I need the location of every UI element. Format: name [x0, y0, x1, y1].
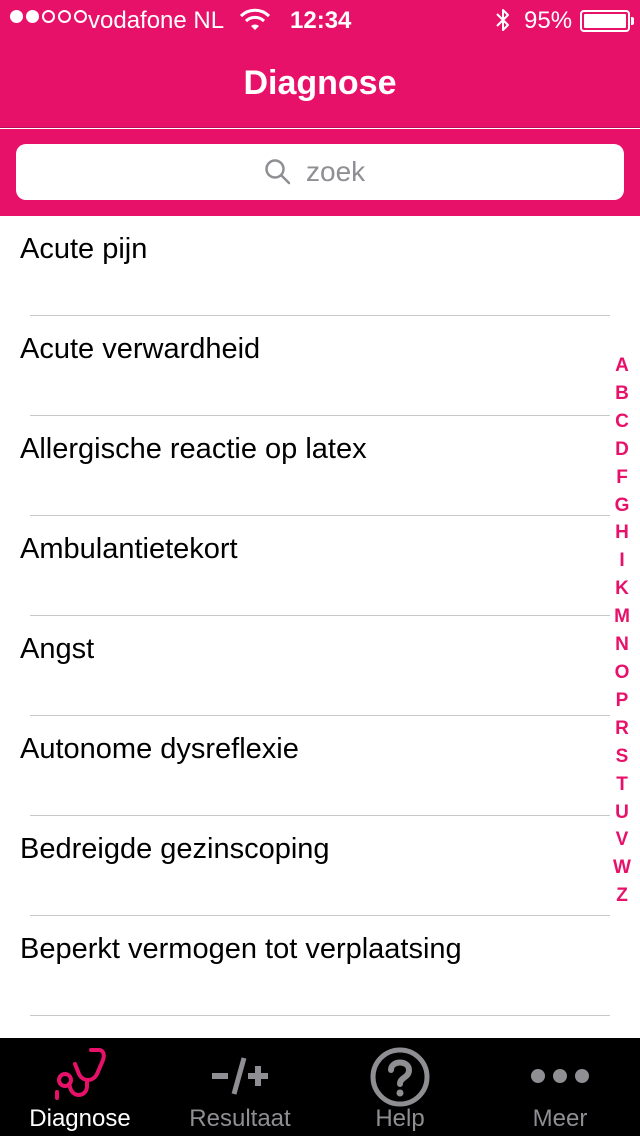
list-item[interactable]: Ambulantietekort — [0, 516, 640, 616]
index-letter[interactable]: N — [615, 631, 629, 659]
tab-label: Help — [375, 1105, 425, 1132]
section-index[interactable]: ABCDFGHIKMNOPRSTUVWZ — [610, 352, 634, 910]
tab-diagnose[interactable]: Diagnose — [0, 1038, 160, 1136]
battery-percentage: 95% — [524, 7, 573, 34]
index-letter[interactable]: M — [614, 603, 630, 631]
tab-label: Resultaat — [189, 1105, 291, 1132]
index-letter[interactable]: G — [615, 492, 630, 520]
signal-strength-icon — [10, 10, 87, 23]
navigation-bar: Diagnose — [0, 40, 640, 128]
status-bar: vodafone NL 12:34 95% — [0, 0, 640, 40]
index-letter[interactable]: A — [615, 352, 629, 380]
screen: vodafone NL 12:34 95% Diagnose zoek Acut… — [0, 0, 640, 1136]
list-item-label: Acute pijn — [20, 233, 148, 265]
status-time: 12:34 — [290, 7, 352, 34]
index-letter[interactable]: B — [615, 380, 629, 408]
search-bar — [0, 129, 640, 216]
tab-label: Meer — [532, 1105, 588, 1132]
list-item[interactable]: Autonome dysreflexie — [0, 716, 640, 816]
tab-help[interactable]: Help — [320, 1038, 480, 1136]
search-field-container[interactable] — [16, 144, 624, 200]
index-letter[interactable]: O — [615, 659, 630, 687]
tab-bar: Diagnose Resultaat Help Meer — [0, 1038, 640, 1136]
list-item-label: Ambulantietekort — [20, 533, 238, 565]
index-letter[interactable]: D — [615, 436, 629, 464]
tab-resultaat[interactable]: Resultaat — [160, 1038, 320, 1136]
question-circle-icon — [369, 1046, 431, 1113]
index-letter[interactable]: W — [613, 854, 631, 882]
list-item-label: Bedreigde gezinscoping — [20, 833, 330, 865]
more-dots-icon — [528, 1046, 592, 1109]
index-letter[interactable]: R — [615, 715, 629, 743]
index-letter[interactable]: P — [616, 687, 629, 715]
index-letter[interactable]: F — [616, 464, 628, 492]
stethoscope-icon — [51, 1046, 109, 1109]
index-letter[interactable]: S — [616, 743, 629, 771]
list-item-label: Angst — [20, 633, 95, 665]
search-input[interactable] — [306, 156, 376, 188]
list-item[interactable]: Angst — [0, 616, 640, 716]
list-item-label: Autonome dysreflexie — [20, 733, 299, 765]
index-letter[interactable]: H — [615, 519, 629, 547]
search-icon — [265, 159, 291, 185]
index-letter[interactable]: V — [616, 826, 629, 854]
page-title: Diagnose — [243, 64, 397, 102]
bluetooth-icon — [494, 6, 512, 41]
minus-plus-icon — [208, 1046, 272, 1109]
tab-meer[interactable]: Meer — [480, 1038, 640, 1136]
list-item-label: Allergische reactie op latex — [20, 433, 367, 465]
wifi-icon — [239, 8, 271, 39]
index-letter[interactable]: I — [619, 547, 624, 575]
carrier-name: vodafone NL — [88, 7, 225, 34]
diagnosis-list: Acute pijn Acute verwardheid Allergische r… — [0, 216, 640, 1038]
list-item[interactable]: Allergische reactie op latex — [0, 416, 640, 516]
tab-label: Diagnose — [29, 1105, 131, 1132]
index-letter[interactable]: Z — [616, 882, 628, 910]
list-item-label: Beperkt vermogen tot verplaatsing — [20, 933, 462, 965]
row-separator — [30, 1015, 610, 1016]
index-letter[interactable]: K — [615, 575, 629, 603]
index-letter[interactable]: C — [615, 408, 629, 436]
index-letter[interactable]: U — [615, 799, 629, 827]
index-letter[interactable]: T — [616, 771, 628, 799]
list-item-label: Acute verwardheid — [20, 333, 261, 365]
list-item[interactable]: Beperkt vermogen tot verplaatsing — [0, 916, 640, 1016]
list-item[interactable]: Acute pijn — [0, 216, 640, 316]
battery-icon — [580, 10, 634, 32]
list-item[interactable]: Acute verwardheid — [0, 316, 640, 416]
list-item[interactable]: Bedreigde gezinscoping — [0, 816, 640, 916]
